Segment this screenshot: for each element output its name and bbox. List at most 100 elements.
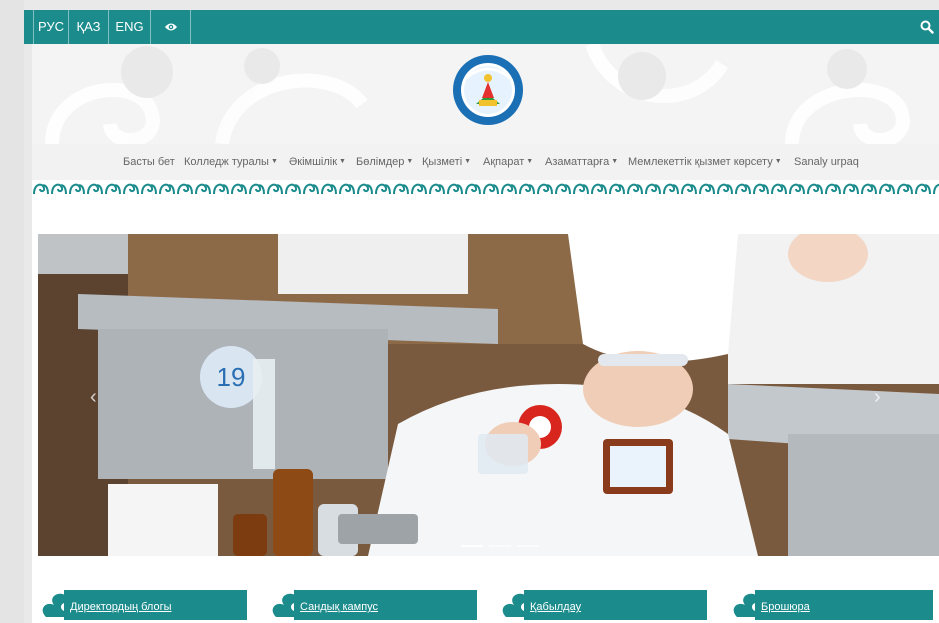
ornament-motif bbox=[897, 183, 913, 195]
page: РУС ҚАЗ ENG Басты бет Колледж туралы ▼ Ә… bbox=[0, 0, 939, 623]
ornament-motif bbox=[231, 183, 247, 195]
ornament-motif bbox=[843, 183, 859, 195]
accessibility-button[interactable] bbox=[151, 10, 191, 44]
nav-item-public-services[interactable]: Мемлекеттік қызмет көрсету ▼ bbox=[628, 144, 782, 180]
slider-dot[interactable] bbox=[517, 545, 539, 547]
ornament-motif bbox=[555, 183, 571, 195]
hero-slider: 19 ‹ › bbox=[38, 234, 939, 556]
ornament-motif bbox=[825, 183, 841, 195]
nav-item-activities[interactable]: Қызметі ▼ bbox=[422, 144, 471, 180]
caret-down-icon: ▼ bbox=[270, 158, 278, 165]
caret-down-icon: ▼ bbox=[774, 158, 782, 165]
nav-item-administration[interactable]: Әкімшілік ▼ bbox=[289, 144, 346, 180]
lang-eng-link[interactable]: ENG bbox=[109, 10, 151, 44]
ornament-motif bbox=[69, 183, 85, 195]
nav-item-label: Қызметі bbox=[422, 156, 463, 168]
search-button[interactable] bbox=[917, 10, 939, 44]
nav-item-sanaly-urpaq[interactable]: Sanaly urpaq bbox=[794, 144, 859, 180]
ornament-motif bbox=[717, 183, 733, 195]
nav-item-label: Ақпарат bbox=[483, 156, 525, 168]
ornament-motif bbox=[33, 183, 49, 195]
ornament-motif bbox=[213, 183, 229, 195]
ornament-motif bbox=[645, 183, 661, 195]
lang-kaz-link[interactable]: ҚАЗ bbox=[69, 10, 109, 44]
ornament-motif bbox=[753, 183, 769, 195]
ornament-motif bbox=[339, 183, 355, 195]
ornament-motif bbox=[915, 183, 931, 195]
nav-item-label: Sanaly urpaq bbox=[794, 156, 859, 168]
ornament-motif bbox=[537, 183, 553, 195]
college-logo-emblem[interactable] bbox=[452, 54, 524, 126]
slider-indicators bbox=[458, 534, 542, 552]
ornament-motif bbox=[285, 183, 301, 195]
ornament-motif bbox=[393, 183, 409, 195]
ornament-motif bbox=[429, 183, 445, 195]
ornament-motif bbox=[681, 183, 697, 195]
ornament-band-pattern bbox=[33, 183, 939, 195]
quick-link-label[interactable]: Директордың блогы bbox=[70, 601, 172, 613]
ornament-motif bbox=[861, 183, 877, 195]
ornament-motif bbox=[591, 183, 607, 195]
ornament-motif bbox=[105, 183, 121, 195]
caret-down-icon: ▼ bbox=[406, 158, 414, 165]
slider-dot[interactable] bbox=[489, 545, 511, 547]
slider-next-button[interactable]: › bbox=[874, 386, 881, 409]
lang-rus-link[interactable]: РУС bbox=[33, 10, 69, 44]
ornament-motif bbox=[519, 183, 535, 195]
caret-down-icon: ▼ bbox=[339, 158, 346, 165]
ornament-motif bbox=[357, 183, 373, 195]
ornament-motif bbox=[249, 183, 265, 195]
ornament-motif bbox=[321, 183, 337, 195]
ornament-motif bbox=[483, 183, 499, 195]
ornament-motif bbox=[447, 183, 463, 195]
nav-item-label: Азаматтарға bbox=[545, 156, 610, 168]
quick-link-label[interactable]: Қабылдау bbox=[530, 601, 581, 613]
ornament-motif bbox=[735, 183, 751, 195]
ornament-motif bbox=[501, 183, 517, 195]
ornament-motif bbox=[177, 183, 193, 195]
slide-image-laboratory: 19 bbox=[38, 234, 939, 556]
nav-item-label: Бөлімдер bbox=[356, 156, 405, 168]
top-bar: РУС ҚАЗ ENG bbox=[24, 10, 939, 44]
ornament-motif bbox=[195, 183, 211, 195]
nav-item-home[interactable]: Басты бет bbox=[123, 144, 175, 180]
ornament-motif bbox=[159, 183, 175, 195]
quick-link-label[interactable]: Брошюра bbox=[761, 601, 810, 613]
ornament-motif bbox=[933, 183, 939, 195]
nav-item-label: Басты бет bbox=[123, 156, 175, 168]
caret-down-icon: ▼ bbox=[464, 158, 472, 165]
main-nav: Басты бет Колледж туралы ▼ Әкімшілік ▼ Бөл… bbox=[32, 144, 939, 180]
ornament-motif bbox=[807, 183, 823, 195]
site-header bbox=[32, 44, 939, 144]
nav-item-label: Мемлекеттік қызмет көрсету bbox=[628, 156, 773, 168]
ornament-motif bbox=[465, 183, 481, 195]
nav-item-citizens[interactable]: Азаматтарға ▼ bbox=[545, 144, 618, 180]
nav-item-label: Әкімшілік bbox=[289, 156, 338, 168]
ornament-motif bbox=[375, 183, 391, 195]
nav-item-label: Колледж туралы bbox=[184, 156, 269, 168]
slider-prev-button[interactable]: ‹ bbox=[90, 386, 97, 409]
ornament-motif bbox=[303, 183, 319, 195]
ornament-motif bbox=[267, 183, 283, 195]
ornament-motif bbox=[123, 183, 139, 195]
nav-item-information[interactable]: Ақпарат ▼ bbox=[483, 144, 533, 180]
slider-dot[interactable] bbox=[461, 545, 483, 547]
main-content: Басты бет Колледж туралы ▼ Әкімшілік ▼ Бөл… bbox=[32, 44, 939, 623]
ornament-motif bbox=[699, 183, 715, 195]
caret-down-icon: ▼ bbox=[611, 158, 619, 165]
nav-item-departments[interactable]: Бөлімдер ▼ bbox=[356, 144, 413, 180]
svg-text:19: 19 bbox=[217, 362, 246, 392]
ornament-motif bbox=[51, 183, 67, 195]
ornament-band bbox=[32, 180, 939, 198]
caret-down-icon: ▼ bbox=[526, 158, 534, 165]
quick-link-label[interactable]: Сандық кампус bbox=[300, 601, 378, 613]
ornament-motif bbox=[87, 183, 103, 195]
ornament-motif bbox=[411, 183, 427, 195]
ornament-motif bbox=[627, 183, 643, 195]
ornament-motif bbox=[141, 183, 157, 195]
ornament-motif bbox=[573, 183, 589, 195]
search-icon bbox=[920, 20, 934, 34]
nav-item-about[interactable]: Колледж туралы ▼ bbox=[184, 144, 278, 180]
ornament-motif bbox=[879, 183, 895, 195]
left-gutter bbox=[0, 0, 24, 623]
